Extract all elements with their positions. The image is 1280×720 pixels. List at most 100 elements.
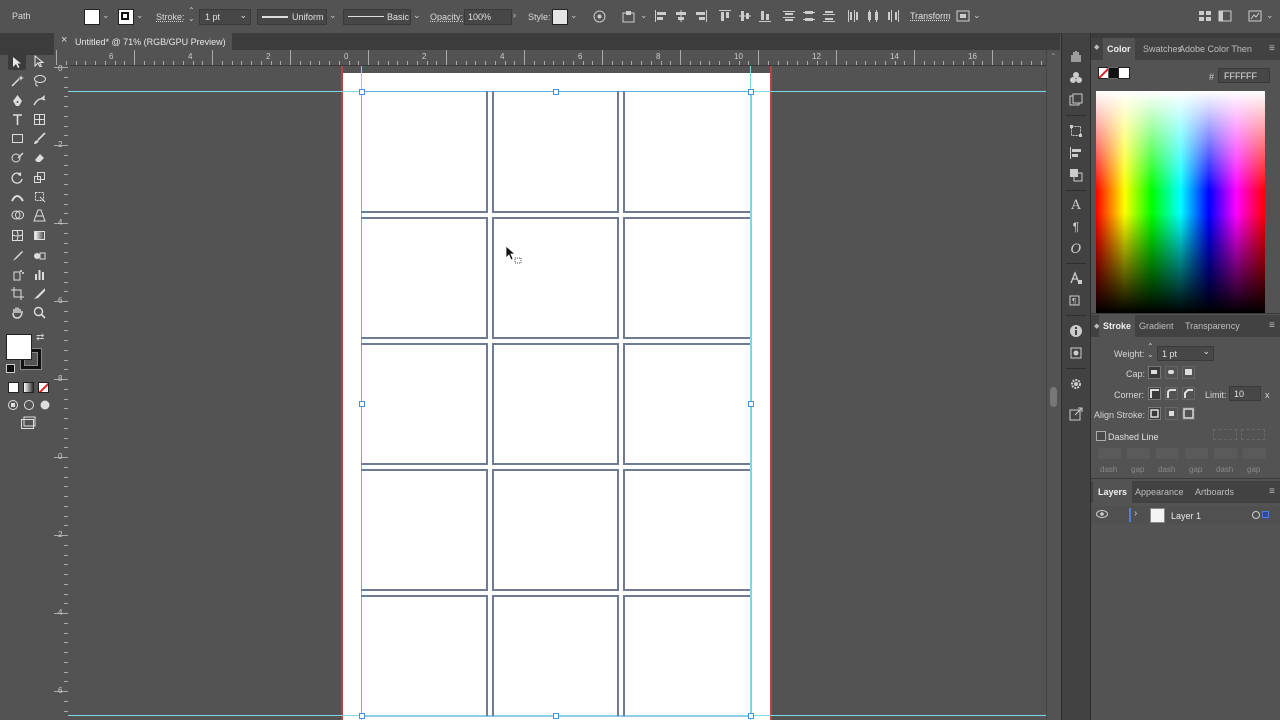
workspace-switcher-icon[interactable]	[1218, 9, 1232, 23]
tab-gradient[interactable]: Gradient	[1139, 315, 1174, 337]
tab-appearance[interactable]: Appearance	[1135, 481, 1184, 503]
gradient-tool-icon[interactable]	[32, 228, 46, 242]
tab-transparency[interactable]: Transparency	[1185, 315, 1240, 337]
panel-menu-icon[interactable]: ≡	[1269, 320, 1275, 331]
brush-dropdown-icon[interactable]: ⌄	[413, 10, 421, 21]
layer-name[interactable]: Layer 1	[1171, 511, 1201, 521]
perspective-grid-tool-icon[interactable]	[32, 208, 46, 222]
opentype-panel-icon[interactable]: O	[1069, 242, 1083, 257]
symbol-sprayer-tool-icon[interactable]	[10, 267, 24, 281]
dash-field[interactable]	[1156, 448, 1179, 459]
tab-adobe-color-themes[interactable]: Adobe Color Then	[1179, 38, 1252, 60]
search-stock-icon[interactable]	[1248, 9, 1262, 23]
expand-layer-chevron-icon[interactable]: ›	[1134, 508, 1137, 519]
direct-selection-tool-icon[interactable]	[32, 54, 46, 68]
weight-field[interactable]: 1 pt ⌄	[1157, 346, 1214, 361]
align-to-icon[interactable]	[622, 9, 636, 23]
horizontal-distribute-left-icon[interactable]	[846, 9, 860, 23]
opacity-label[interactable]: Opacity:	[430, 12, 463, 22]
selection-handle[interactable]	[748, 713, 754, 719]
stroke-weight-stepper-icon[interactable]: ⌃ ⌄	[188, 7, 195, 23]
color-spectrum[interactable]	[1096, 91, 1265, 313]
recolor-artwork-icon[interactable]	[592, 9, 606, 23]
draw-behind-icon[interactable]	[22, 398, 36, 412]
line-segment-tool-icon[interactable]	[32, 112, 46, 126]
rotate-tool-icon[interactable]	[10, 170, 24, 184]
color-mode-button[interactable]	[8, 382, 19, 393]
stroke-swatch[interactable]	[118, 9, 134, 25]
zoom-tool-icon[interactable]	[32, 305, 46, 319]
paragraph-styles-icon[interactable]: ¶	[1069, 293, 1083, 307]
artboard-tool-icon[interactable]	[10, 286, 24, 300]
properties-gear-icon[interactable]	[1069, 377, 1083, 391]
image-trace-icon[interactable]	[1069, 93, 1083, 107]
draw-mode-icon[interactable]	[6, 398, 20, 412]
round-cap-button[interactable]	[1165, 366, 1178, 379]
pathfinder-icon[interactable]	[1069, 168, 1083, 182]
shaper-tool-icon[interactable]	[10, 150, 24, 164]
brush-definition-dropdown[interactable]: Basic	[343, 9, 411, 25]
character-styles-icon[interactable]	[1069, 271, 1083, 285]
selection-handle[interactable]	[553, 89, 559, 95]
layer-visibility-eye-icon[interactable]	[1096, 509, 1108, 519]
width-tool-icon[interactable]	[10, 189, 24, 203]
scale-tool-icon[interactable]	[32, 170, 46, 184]
layer-row[interactable]: › Layer 1	[1091, 506, 1280, 524]
isolate-dropdown-icon[interactable]: ⌄	[973, 10, 981, 21]
links-panel-icon[interactable]	[1069, 346, 1083, 360]
align-stroke-outside-button[interactable]	[1182, 407, 1195, 420]
limit-field[interactable]: 10	[1229, 386, 1261, 401]
selection-handle[interactable]	[748, 89, 754, 95]
stroke-weight-dropdown-icon[interactable]: ⌄	[239, 10, 247, 21]
arrange-documents-icon[interactable]	[1198, 9, 1212, 23]
horizontal-align-left-icon[interactable]	[654, 9, 668, 23]
selection-handle[interactable]	[359, 89, 365, 95]
export-asset-icon[interactable]	[1069, 407, 1083, 421]
selection-tool-icon[interactable]	[8, 54, 26, 70]
tab-stroke[interactable]: Stroke	[1099, 315, 1136, 337]
selection-handle[interactable]	[359, 401, 365, 407]
type-tool-icon[interactable]	[10, 112, 24, 126]
layer-selection-indicator[interactable]	[1262, 511, 1269, 518]
round-join-button[interactable]	[1165, 387, 1178, 400]
dash-align-corners-icon[interactable]	[1213, 429, 1237, 440]
selection-handle[interactable]	[553, 713, 559, 719]
draw-inside-icon[interactable]	[38, 398, 52, 412]
rectangle-tool-icon[interactable]	[10, 131, 24, 145]
eyedropper-tool-icon[interactable]	[10, 248, 24, 262]
column-graph-tool-icon[interactable]	[32, 267, 46, 281]
projecting-cap-button[interactable]	[1182, 366, 1195, 379]
paragraph-panel-icon[interactable]: ¶	[1069, 220, 1083, 234]
stroke-weight-field[interactable]: 1 pt ⌄	[199, 9, 251, 25]
dash-field[interactable]	[1214, 448, 1237, 459]
shape-builder-tool-icon[interactable]	[10, 208, 24, 222]
gap-field[interactable]	[1127, 448, 1150, 459]
align-stroke-inside-button[interactable]	[1165, 407, 1178, 420]
tab-swatches[interactable]: Swatches	[1143, 38, 1182, 60]
selection-handle[interactable]	[748, 401, 754, 407]
horizontal-align-right-icon[interactable]	[694, 9, 708, 23]
vertical-align-bottom-icon[interactable]	[758, 9, 772, 23]
opacity-expand-icon[interactable]: ›	[513, 10, 516, 20]
hand-tool-icon[interactable]	[10, 305, 24, 319]
fill-swatch[interactable]	[84, 9, 100, 25]
scrollbar-thumb[interactable]	[1050, 387, 1057, 407]
vertical-distribute-bottom-icon[interactable]	[822, 9, 836, 23]
graphic-style-swatch[interactable]	[552, 9, 568, 25]
pen-tool-icon[interactable]	[10, 93, 24, 107]
horizontal-distribute-right-icon[interactable]	[886, 9, 900, 23]
profile-dropdown-icon[interactable]: ⌄	[329, 10, 337, 21]
weight-dropdown-icon[interactable]: ⌄	[1202, 346, 1210, 357]
miter-join-button[interactable]	[1148, 387, 1161, 400]
swap-fill-stroke-icon[interactable]: ⇄	[36, 332, 44, 343]
scroll-up-icon[interactable]: ⌃	[1050, 52, 1057, 61]
tab-layers[interactable]: Layers	[1093, 481, 1133, 503]
dash-preserve-lengths-icon[interactable]	[1241, 429, 1265, 440]
horizontal-align-center-icon[interactable]	[674, 9, 688, 23]
isolate-group-icon[interactable]	[956, 9, 970, 23]
layer-target-icon[interactable]	[1252, 511, 1260, 519]
butt-cap-button[interactable]	[1148, 366, 1161, 379]
fill-color-indicator[interactable]	[6, 334, 32, 360]
symbols-icon[interactable]	[1069, 71, 1083, 85]
vertical-distribute-top-icon[interactable]	[782, 9, 796, 23]
